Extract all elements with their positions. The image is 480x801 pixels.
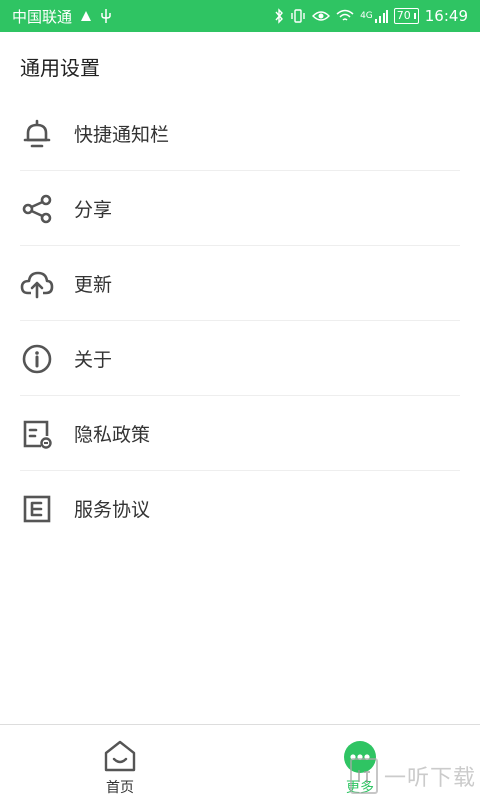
share-icon [20,192,54,226]
menu-item-update[interactable]: 更新 [0,246,480,321]
notification-icon [78,8,94,24]
watermark-logo-icon [349,758,378,794]
battery-indicator: 70 [393,8,419,24]
menu-item-label: 分享 [74,199,113,221]
watermark: 一听下载 [349,756,476,796]
menu-item-label: 隐私政策 [74,424,151,446]
network-type: 4G [360,11,373,21]
bell-icon [20,117,54,151]
info-icon [20,342,54,376]
bluetooth-icon [274,8,284,24]
menu-item-label: 快捷通知栏 [74,124,170,146]
tab-home[interactable]: 首页 [60,725,180,801]
status-bar: 中国联通 4G 70 16:49 [0,0,480,32]
menu-item-share[interactable]: 分享 [0,171,480,246]
clock: 16:49 [424,7,468,25]
settings-list: 快捷通知栏 分享 更新 关于 隐私政策 服务协议 [0,96,480,546]
watermark-text: 一听下载 [383,766,476,791]
home-icon [103,739,137,777]
wifi-icon [336,9,354,23]
menu-item-privacy-policy[interactable]: 隐私政策 [0,396,480,471]
service-agreement-icon [20,492,54,526]
menu-item-label: 服务协议 [74,499,151,521]
carrier-name: 中国联通 [12,7,73,26]
signal-icon: 4G [360,9,388,23]
cloud-upload-icon [20,267,54,301]
menu-item-about[interactable]: 关于 [0,321,480,396]
tab-label: 首页 [106,780,134,796]
eye-icon [312,9,331,23]
privacy-policy-icon [20,417,54,451]
menu-item-label: 关于 [74,349,113,371]
vibrate-icon [290,8,306,24]
usb-icon [100,8,112,24]
menu-item-label: 更新 [74,274,113,296]
menu-item-notification-bar[interactable]: 快捷通知栏 [0,96,480,171]
battery-level: 70 [396,9,411,22]
page-title: 通用设置 [20,56,100,80]
menu-item-service-agreement[interactable]: 服务协议 [0,471,480,546]
